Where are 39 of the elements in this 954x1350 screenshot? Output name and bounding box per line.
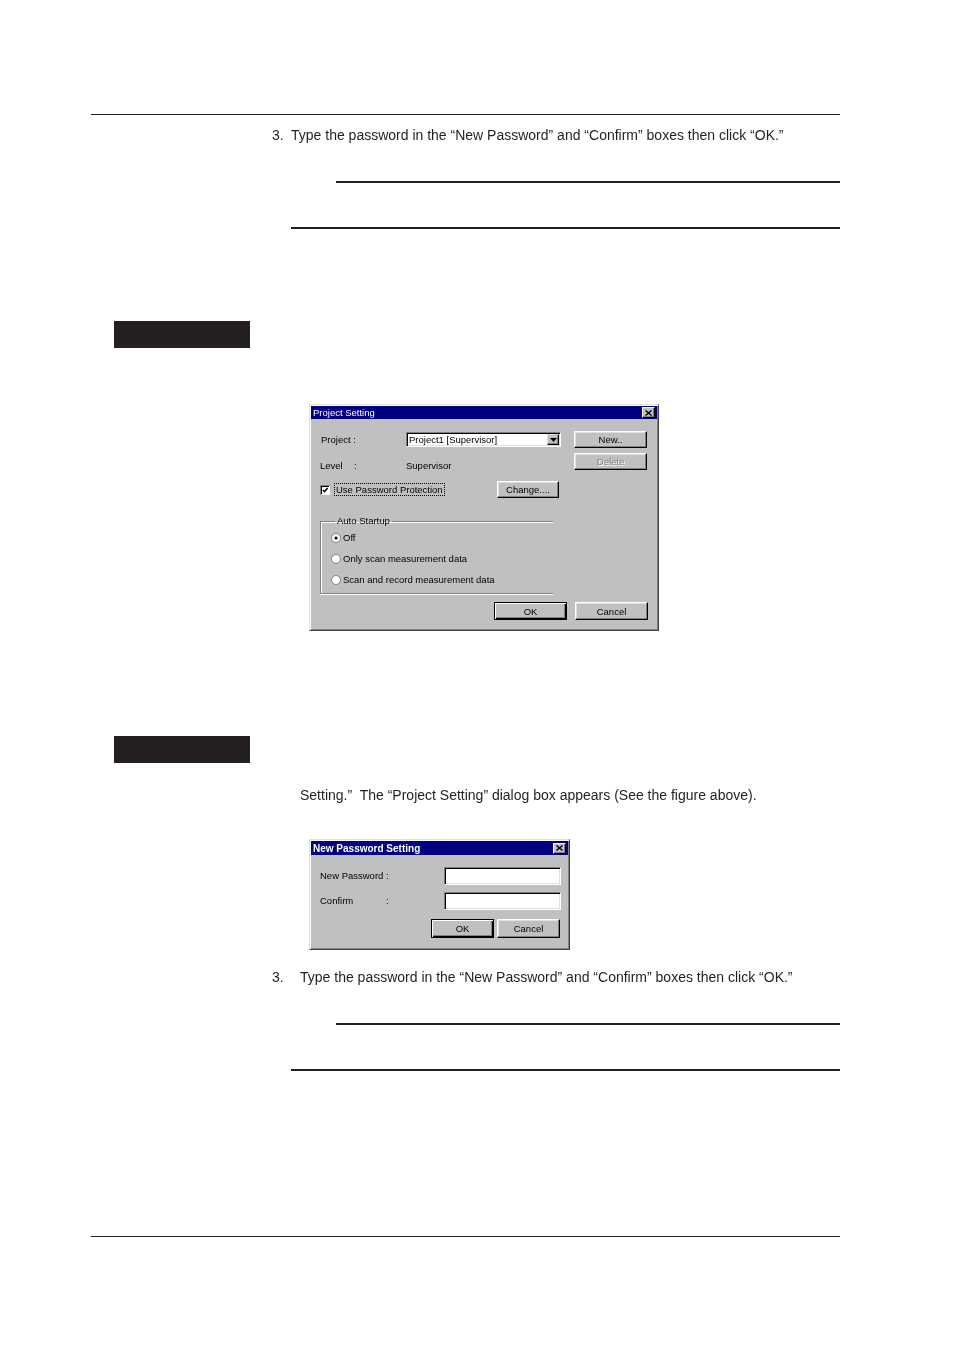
dropdown-button[interactable]: [547, 434, 559, 445]
dialog-button[interactable]: New..: [574, 431, 647, 448]
checkbox[interactable]: [320, 484, 330, 495]
caret-icon: [549, 437, 557, 442]
project-dropdown[interactable]: Project1 [Supervisor]: [406, 432, 561, 447]
close-button[interactable]: [642, 407, 655, 418]
step-number: 3.: [272, 969, 285, 985]
field-value: Supervisor: [406, 460, 452, 472]
step-text: Type the password in the “New Password” and “Confirm” boxes then click “OK.”: [300, 969, 793, 985]
radio-button[interactable]: [331, 532, 341, 543]
field-separator: :: [385, 870, 390, 882]
field-label: Project :: [320, 433, 357, 446]
radio-label[interactable]: Off: [343, 532, 356, 543]
step-text: Type the password in the “New Password” and “Confirm” boxes then click “OK.”: [291, 127, 784, 143]
checkbox-label[interactable]: Use Password Protection: [334, 483, 445, 496]
radio-button[interactable]: [331, 553, 341, 564]
window-title: Project Setting: [313, 407, 375, 418]
dialog-button[interactable]: OK: [431, 919, 494, 938]
password-field[interactable]: [444, 867, 561, 885]
field-label: Level: [320, 460, 344, 472]
instruction-text: Setting.” The “Project Setting” dialog box appears (See the figure above).: [300, 787, 757, 803]
radio-label[interactable]: Only scan measurement data: [343, 553, 468, 564]
field-label: New Password: [320, 870, 384, 882]
radio-button[interactable]: [331, 574, 341, 585]
field-label: Confirm: [320, 895, 355, 907]
close-button[interactable]: [553, 842, 566, 854]
step-number: 3.: [272, 127, 285, 143]
dialog-button[interactable]: OK: [494, 602, 567, 620]
window-title: New Password Setting: [313, 842, 421, 854]
dialog-button[interactable]: Cancel: [575, 602, 648, 620]
close-icon: [556, 845, 563, 851]
field-separator: :: [354, 460, 358, 472]
field-separator: :: [385, 895, 390, 907]
close-icon: [645, 409, 652, 416]
change-button[interactable]: Change....: [497, 481, 559, 498]
password-field[interactable]: [444, 892, 561, 910]
radio-label[interactable]: Scan and record measurement data: [343, 574, 495, 585]
dialog-button[interactable]: Cancel: [497, 919, 560, 938]
group-title: Auto Startup: [336, 515, 391, 527]
